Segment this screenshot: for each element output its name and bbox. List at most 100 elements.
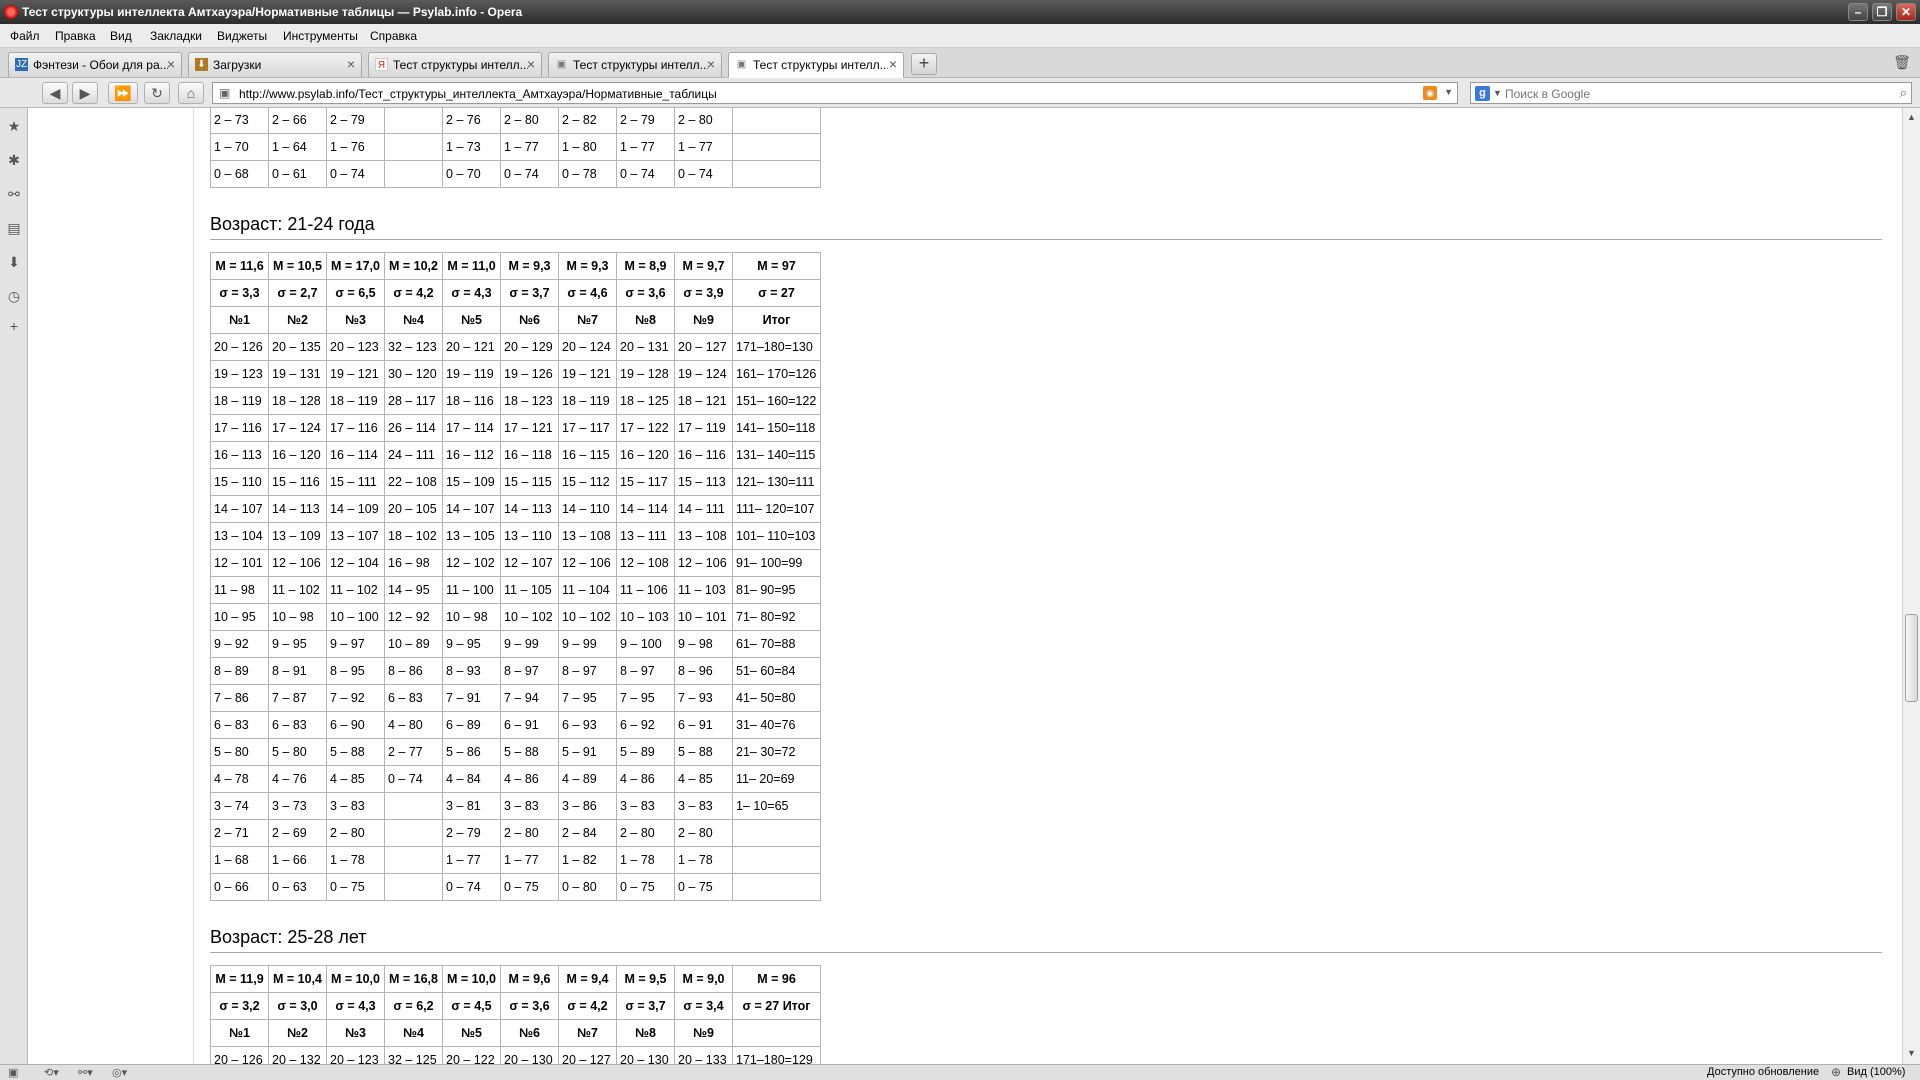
- close-tab-icon[interactable]: ×: [347, 56, 355, 72]
- table-cell: 3 – 73: [268, 792, 327, 820]
- menu-bookmarks[interactable]: Закладки: [150, 29, 202, 43]
- google-icon[interactable]: g: [1475, 86, 1490, 101]
- trash-icon[interactable]: 🗑: [1892, 54, 1912, 74]
- chevron-down-icon[interactable]: ▼: [1493, 88, 1502, 98]
- tab-amthauer-active[interactable]: ▣ Тест структуры интелл... ×: [728, 52, 904, 78]
- close-tab-icon[interactable]: ×: [707, 56, 715, 72]
- table-cell: 21– 30=72: [732, 738, 821, 766]
- widgets-icon[interactable]: ✱: [6, 152, 22, 168]
- forward-button[interactable]: ▶: [72, 82, 98, 104]
- table-cell: 14 – 107: [210, 495, 269, 523]
- table-cell: 51– 60=84: [732, 657, 821, 685]
- close-window-button[interactable]: ✕: [1896, 3, 1916, 21]
- table-cell: σ = 3,2: [210, 992, 269, 1020]
- menu-view[interactable]: Вид: [110, 29, 132, 43]
- scroll-down-icon[interactable]: ▼: [1905, 1046, 1918, 1060]
- minimize-button[interactable]: –: [1848, 3, 1868, 21]
- address-bar[interactable]: ▣ http://www.psylab.info/Тест_структуры_…: [212, 82, 1458, 104]
- search-box[interactable]: g ▼ ⌕: [1470, 82, 1912, 104]
- table-cell: σ = 4,3: [326, 992, 385, 1020]
- new-tab-button[interactable]: +: [911, 53, 937, 75]
- status-bar: ▣ ⟲▾ ⚯▾ ◎▾ Доступно обновление ⊕ Вид (10…: [0, 1064, 1920, 1080]
- transfers-icon[interactable]: ⬇: [6, 254, 22, 270]
- table-cell: 16 – 98: [384, 549, 443, 577]
- tab-amthauer-1[interactable]: Я Тест структуры интелл... ×: [368, 52, 542, 77]
- table-cell: 0 – 66: [210, 873, 269, 901]
- table-row: 4 – 78 4 – 76 4 – 85 0 – 74 4 – 84 4 – 86 4 – …: [210, 765, 821, 793]
- table-cell: 2 – 80: [500, 108, 559, 134]
- table-cell: №5: [442, 306, 501, 334]
- close-tab-icon[interactable]: ×: [527, 56, 535, 72]
- table-cell: 1 – 77: [500, 133, 559, 161]
- page-info-icon[interactable]: ▣: [219, 86, 230, 100]
- table-cell: 12 – 92: [384, 603, 443, 631]
- menu-help[interactable]: Справка: [370, 29, 417, 43]
- table-cell: 10 – 103: [616, 603, 675, 631]
- table-cell: 10 – 102: [500, 603, 559, 631]
- close-tab-icon[interactable]: ×: [889, 56, 897, 72]
- table-row: 19 – 123 19 – 131 19 – 121 30 – 120 19 – 119…: [210, 360, 821, 388]
- zoom-level[interactable]: Вид (100%): [1847, 1066, 1905, 1078]
- rss-feed-icon[interactable]: ◉: [1423, 86, 1437, 100]
- table-cell: 11 – 102: [268, 576, 327, 604]
- tab-label: Загрузки: [213, 58, 262, 72]
- table-row: 0 – 66 0 – 63 0 – 75 0 – 74 0 – 75 0 – 80 0 – …: [210, 873, 821, 901]
- table-row: 1 – 70 1 – 64 1 – 76 1 – 73 1 – 77 1 – 80 1 – …: [210, 133, 821, 161]
- yandex-icon: Я: [375, 58, 388, 71]
- table-cell: 32 – 123: [384, 333, 443, 361]
- bookmarks-icon[interactable]: ★: [6, 118, 22, 134]
- menu-edit[interactable]: Правка: [55, 29, 96, 43]
- tab-downloads[interactable]: ⬇ Загрузки ×: [188, 52, 362, 77]
- table-cell: 12 – 106: [558, 549, 617, 577]
- table-cell: [732, 160, 821, 188]
- panel-toggle-icon[interactable]: ▣: [8, 1066, 18, 1079]
- table-cell: 7 – 93: [674, 684, 733, 712]
- table-cell: 2 – 71: [210, 819, 269, 847]
- tab-wallpapers[interactable]: JZ Фэнтези - Обои для ра... ×: [8, 52, 182, 77]
- chevron-down-icon[interactable]: ▼: [1444, 87, 1453, 97]
- scrollbar-thumb[interactable]: [1905, 614, 1918, 702]
- maximize-button[interactable]: ❐: [1872, 3, 1892, 21]
- close-tab-icon[interactable]: ×: [167, 56, 175, 72]
- fast-forward-button[interactable]: ⏩: [108, 82, 138, 104]
- table-cell: 5 – 86: [442, 738, 501, 766]
- zoom-icon[interactable]: ⊕: [1831, 1065, 1841, 1079]
- table-cell: 11 – 98: [210, 576, 269, 604]
- update-available-text[interactable]: Доступно обновление: [1707, 1066, 1819, 1078]
- history-icon[interactable]: ◷: [6, 288, 22, 304]
- home-button[interactable]: ⌂: [178, 82, 204, 104]
- tab-amthauer-2[interactable]: ▣ Тест структуры интелл... ×: [548, 52, 722, 77]
- unite-status-icon[interactable]: ⚯▾: [78, 1066, 93, 1079]
- table-cell: 5 – 88: [674, 738, 733, 766]
- table-cell: 0 – 75: [326, 873, 385, 901]
- add-panel-icon[interactable]: +: [6, 318, 22, 334]
- sync-icon[interactable]: ⟲▾: [44, 1066, 59, 1079]
- notes-icon[interactable]: ▤: [6, 220, 22, 236]
- table-cell: 18 – 121: [674, 387, 733, 415]
- table-cell: 12 – 106: [268, 549, 327, 577]
- table-cell: 14 – 107: [442, 495, 501, 523]
- table-cell: 3 – 83: [674, 792, 733, 820]
- search-icon[interactable]: ⌕: [1900, 85, 1907, 101]
- table-cell: 11 – 102: [326, 576, 385, 604]
- search-input[interactable]: [1505, 86, 1875, 101]
- scroll-up-icon[interactable]: ▲: [1905, 110, 1918, 124]
- url-text[interactable]: http://www.psylab.info/Тест_структуры_ин…: [239, 87, 717, 101]
- reload-button[interactable]: ↻: [144, 82, 170, 104]
- table-cell: 0 – 74: [442, 873, 501, 901]
- table-cell: 14 – 95: [384, 576, 443, 604]
- table-cell: 0 – 80: [558, 873, 617, 901]
- tab-label: Фэнтези - Обои для ра...: [33, 58, 168, 72]
- back-button[interactable]: ◀: [42, 82, 68, 104]
- turbo-icon[interactable]: ◎▾: [112, 1066, 127, 1079]
- menu-file[interactable]: Файл: [10, 29, 40, 43]
- menu-tools[interactable]: Инструменты: [283, 29, 358, 43]
- table-cell: M = 10,2: [384, 252, 443, 280]
- table-cell: 1 – 77: [500, 846, 559, 874]
- unite-icon[interactable]: ⚯: [6, 186, 22, 202]
- vertical-scrollbar[interactable]: ▲ ▼: [1902, 108, 1920, 1064]
- menu-widgets[interactable]: Виджеты: [217, 29, 267, 43]
- table-row: 13 – 104 13 – 109 13 – 107 18 – 102 13 – 105…: [210, 522, 821, 550]
- menu-bar: Файл Правка Вид Закладки Виджеты Инструм…: [0, 24, 1920, 48]
- table-header-row: M = 11,9 M = 10,4 M = 10,0 M = 16,8 M = 10,0…: [210, 965, 821, 993]
